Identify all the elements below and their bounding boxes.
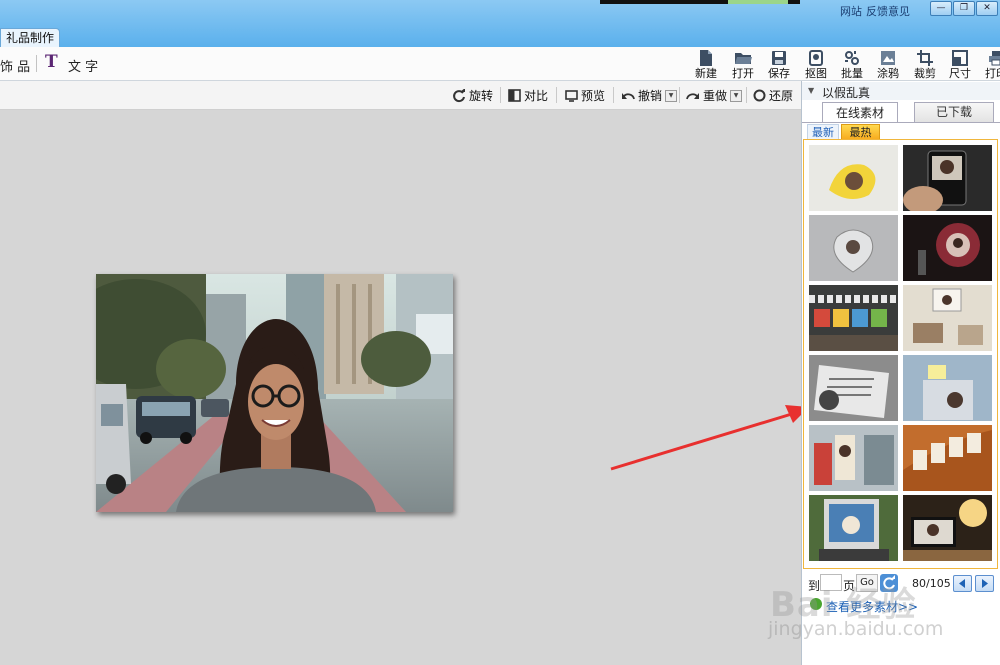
prev-page-button[interactable] — [953, 575, 972, 592]
close-button[interactable]: ✕ — [976, 1, 998, 16]
edit-toolbar — [0, 81, 801, 110]
compare-button[interactable]: 对比 — [508, 87, 548, 104]
tab-divider — [802, 122, 1000, 123]
material-thumbnail[interactable] — [809, 355, 898, 421]
text-button[interactable]: 文 字 — [68, 56, 98, 75]
material-thumbnail[interactable] — [903, 355, 992, 421]
cutout-button[interactable]: 抠图 — [800, 50, 832, 80]
redo-dropdown[interactable]: ▼ — [730, 89, 743, 102]
toolbar-divider — [556, 87, 557, 103]
compare-icon — [508, 89, 521, 102]
cutout-icon — [809, 50, 823, 66]
toolbar-divider — [36, 55, 37, 72]
arrow-right-icon — [982, 579, 988, 588]
rotate-icon — [453, 88, 465, 102]
new-button[interactable]: 新建 — [690, 50, 722, 80]
material-thumbnail[interactable] — [903, 285, 992, 351]
tab-downloaded[interactable]: 已下载 — [914, 102, 994, 123]
undo-dropdown[interactable]: ▼ — [665, 89, 678, 102]
toolbar-divider — [500, 87, 501, 103]
resize-icon — [952, 50, 968, 66]
pager-count: 80/105 — [912, 577, 951, 590]
open-button[interactable]: 打开 — [727, 50, 759, 80]
toolbar-divider — [679, 87, 680, 103]
graffiti-icon — [881, 51, 895, 65]
batch-icon — [845, 51, 859, 65]
material-thumbnail[interactable] — [809, 285, 898, 351]
material-thumbnail[interactable] — [809, 425, 898, 491]
redo-button[interactable]: 重做 ▼ — [686, 87, 743, 104]
minimize-button[interactable]: — — [930, 1, 952, 16]
crop-button[interactable]: 裁剪 — [909, 50, 941, 80]
undo-button[interactable]: 撤销 ▼ — [621, 87, 678, 104]
batch-button[interactable]: 批量 — [836, 50, 868, 80]
preview-icon — [565, 90, 578, 102]
material-thumbnail[interactable] — [809, 145, 898, 211]
toolbar-divider — [613, 87, 614, 103]
redo-icon — [686, 92, 699, 99]
collapse-triangle-icon[interactable]: ▼ — [808, 86, 814, 95]
graffiti-button[interactable]: 涂鸦 — [872, 50, 904, 80]
save-button[interactable]: 保存 — [763, 50, 795, 80]
maximize-button[interactable]: ❐ — [953, 1, 975, 16]
arrow-left-icon — [959, 579, 965, 588]
decor-button[interactable]: 饰 品 — [0, 56, 30, 75]
material-thumbnail[interactable] — [809, 495, 898, 561]
material-thumbnail[interactable] — [903, 425, 992, 491]
website-link[interactable]: 网站 — [840, 3, 862, 19]
resize-button[interactable]: 尺寸 — [944, 50, 976, 80]
toolbar-divider — [746, 87, 747, 103]
tab-gift-making[interactable]: 礼品制作 — [0, 28, 61, 48]
material-thumbnail[interactable] — [809, 215, 898, 281]
panel-title: 以假乱真 — [822, 86, 871, 100]
rotate-button[interactable]: 旋转 — [452, 87, 493, 104]
restore-icon — [753, 89, 766, 102]
folder-icon — [735, 53, 752, 64]
crop-icon — [917, 50, 933, 66]
material-thumbnail[interactable] — [903, 495, 992, 561]
undo-icon — [622, 92, 635, 99]
print-button[interactable]: 打印 — [980, 50, 1000, 80]
background-window-strip-accent — [728, 0, 788, 4]
save-icon — [772, 51, 786, 65]
feedback-link[interactable]: 反馈意见 — [866, 3, 910, 19]
print-icon — [989, 51, 1000, 66]
material-thumbnail-grid — [803, 139, 998, 569]
watermark-url: jingyan.baidu.com — [768, 618, 944, 640]
new-file-icon — [700, 50, 712, 66]
material-thumbnail[interactable] — [903, 215, 992, 281]
restore-button[interactable]: 还原 — [753, 87, 793, 104]
material-thumbnail[interactable] — [903, 145, 992, 211]
text-icon[interactable]: T — [45, 52, 58, 72]
portrait-photo[interactable] — [96, 274, 453, 512]
tab-online-materials[interactable]: 在线素材 — [822, 102, 898, 123]
red-annotation-arrow — [610, 405, 809, 471]
window-controls: — ❐ ✕ — [930, 1, 998, 16]
next-page-button[interactable] — [975, 575, 994, 592]
preview-button[interactable]: 预览 — [565, 87, 605, 104]
